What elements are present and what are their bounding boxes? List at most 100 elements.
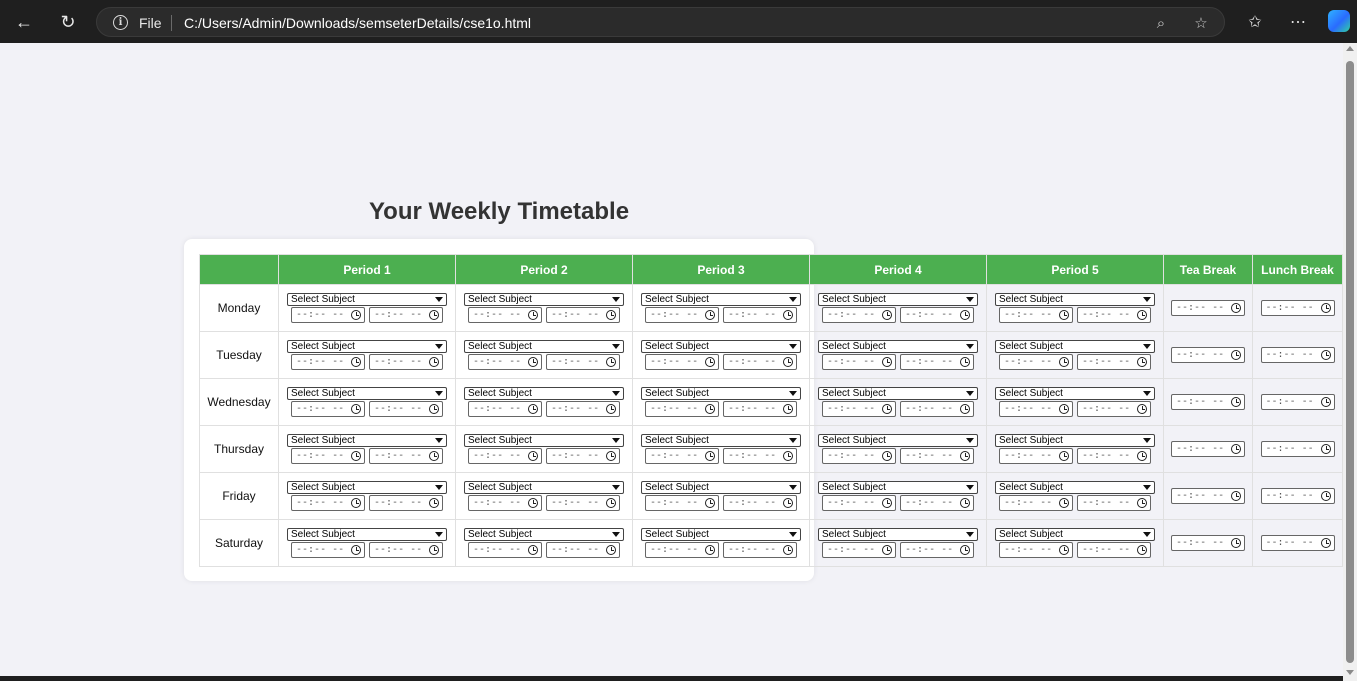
subject-select[interactable]: Select Subject: [641, 481, 801, 494]
start-time-input[interactable]: --:-- --: [645, 495, 719, 511]
clock-icon[interactable]: [705, 404, 715, 414]
end-time-input[interactable]: --:-- --: [369, 307, 443, 323]
clock-icon[interactable]: [1137, 498, 1147, 508]
start-time-input[interactable]: --:-- --: [291, 401, 365, 417]
start-time-input[interactable]: --:-- --: [822, 448, 896, 464]
clock-icon[interactable]: [528, 404, 538, 414]
start-time-input[interactable]: --:-- --: [291, 354, 365, 370]
subject-select[interactable]: Select Subject: [995, 387, 1155, 400]
clock-icon[interactable]: [1320, 491, 1331, 501]
start-time-input[interactable]: --:-- --: [645, 401, 719, 417]
start-time-input[interactable]: --:-- --: [822, 354, 896, 370]
clock-icon[interactable]: [351, 357, 361, 367]
end-time-input[interactable]: --:-- --: [900, 448, 974, 464]
clock-icon[interactable]: [783, 404, 793, 414]
subject-select[interactable]: Select Subject: [464, 387, 624, 400]
subject-select[interactable]: Select Subject: [818, 434, 978, 447]
start-time-input[interactable]: --:-- --: [999, 354, 1073, 370]
clock-icon[interactable]: [960, 404, 970, 414]
clock-icon[interactable]: [1320, 538, 1331, 548]
clock-icon[interactable]: [882, 545, 892, 555]
start-time-input[interactable]: --:-- --: [291, 495, 365, 511]
end-time-input[interactable]: --:-- --: [900, 307, 974, 323]
clock-icon[interactable]: [429, 545, 439, 555]
clock-icon[interactable]: [429, 498, 439, 508]
start-time-input[interactable]: --:-- --: [822, 401, 896, 417]
address-bar[interactable]: i File C:/Users/Admin/Downloads/semseter…: [96, 7, 1225, 37]
clock-icon[interactable]: [429, 357, 439, 367]
subject-select[interactable]: Select Subject: [818, 387, 978, 400]
start-time-input[interactable]: --:-- --: [645, 307, 719, 323]
clock-icon[interactable]: [1059, 404, 1069, 414]
clock-icon[interactable]: [960, 451, 970, 461]
tea-break-time-input[interactable]: --:-- --: [1171, 441, 1245, 457]
end-time-input[interactable]: --:-- --: [546, 542, 620, 558]
subject-select[interactable]: Select Subject: [464, 528, 624, 541]
start-time-input[interactable]: --:-- --: [468, 542, 542, 558]
subject-select[interactable]: Select Subject: [464, 481, 624, 494]
clock-icon[interactable]: [705, 545, 715, 555]
clock-icon[interactable]: [1059, 310, 1069, 320]
end-time-input[interactable]: --:-- --: [546, 448, 620, 464]
subject-select[interactable]: Select Subject: [818, 528, 978, 541]
favorites-icon[interactable]: ✩: [1241, 8, 1269, 36]
subject-select[interactable]: Select Subject: [287, 340, 447, 353]
lunch-break-time-input[interactable]: --:-- --: [1260, 488, 1335, 504]
end-time-input[interactable]: --:-- --: [900, 495, 974, 511]
subject-select[interactable]: Select Subject: [464, 340, 624, 353]
subject-select[interactable]: Select Subject: [995, 528, 1155, 541]
end-time-input[interactable]: --:-- --: [723, 354, 797, 370]
subject-select[interactable]: Select Subject: [995, 434, 1155, 447]
start-time-input[interactable]: --:-- --: [999, 448, 1073, 464]
clock-icon[interactable]: [528, 357, 538, 367]
tea-break-time-input[interactable]: --:-- --: [1171, 488, 1245, 504]
clock-icon[interactable]: [1059, 357, 1069, 367]
clock-icon[interactable]: [606, 545, 616, 555]
clock-icon[interactable]: [1231, 491, 1241, 501]
start-time-input[interactable]: --:-- --: [468, 354, 542, 370]
clock-icon[interactable]: [882, 404, 892, 414]
start-time-input[interactable]: --:-- --: [999, 307, 1073, 323]
clock-icon[interactable]: [528, 451, 538, 461]
clock-icon[interactable]: [783, 498, 793, 508]
clock-icon[interactable]: [351, 404, 361, 414]
start-time-input[interactable]: --:-- --: [468, 495, 542, 511]
subject-select[interactable]: Select Subject: [995, 293, 1155, 306]
subject-select[interactable]: Select Subject: [818, 340, 978, 353]
clock-icon[interactable]: [351, 310, 361, 320]
clock-icon[interactable]: [705, 310, 715, 320]
clock-icon[interactable]: [1137, 310, 1147, 320]
start-time-input[interactable]: --:-- --: [822, 495, 896, 511]
end-time-input[interactable]: --:-- --: [1077, 307, 1151, 323]
end-time-input[interactable]: --:-- --: [1077, 495, 1151, 511]
clock-icon[interactable]: [351, 545, 361, 555]
end-time-input[interactable]: --:-- --: [723, 401, 797, 417]
lunch-break-time-input[interactable]: --:-- --: [1260, 394, 1335, 410]
subject-select[interactable]: Select Subject: [287, 387, 447, 400]
clock-icon[interactable]: [528, 310, 538, 320]
clock-icon[interactable]: [1137, 404, 1147, 414]
clock-icon[interactable]: [705, 498, 715, 508]
start-time-input[interactable]: --:-- --: [999, 401, 1073, 417]
start-time-input[interactable]: --:-- --: [291, 542, 365, 558]
clock-icon[interactable]: [1137, 451, 1147, 461]
start-time-input[interactable]: --:-- --: [291, 448, 365, 464]
clock-icon[interactable]: [1231, 397, 1241, 407]
subject-select[interactable]: Select Subject: [287, 434, 447, 447]
start-time-input[interactable]: --:-- --: [468, 448, 542, 464]
copilot-icon[interactable]: [1328, 10, 1350, 32]
clock-icon[interactable]: [960, 545, 970, 555]
start-time-input[interactable]: --:-- --: [645, 448, 719, 464]
lunch-break-time-input[interactable]: --:-- --: [1260, 300, 1335, 316]
url-text[interactable]: C:/Users/Admin/Downloads/semseterDetails…: [184, 15, 531, 31]
lunch-break-time-input[interactable]: --:-- --: [1260, 535, 1335, 551]
end-time-input[interactable]: --:-- --: [1077, 448, 1151, 464]
end-time-input[interactable]: --:-- --: [369, 448, 443, 464]
clock-icon[interactable]: [1320, 397, 1331, 407]
start-time-input[interactable]: --:-- --: [999, 542, 1073, 558]
clock-icon[interactable]: [351, 451, 361, 461]
subject-select[interactable]: Select Subject: [641, 528, 801, 541]
clock-icon[interactable]: [1320, 350, 1331, 360]
end-time-input[interactable]: --:-- --: [900, 542, 974, 558]
clock-icon[interactable]: [960, 310, 970, 320]
